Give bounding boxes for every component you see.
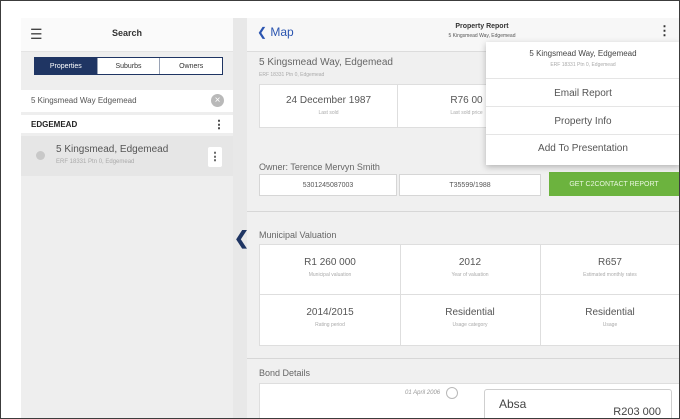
search-input-value: 5 Kingsmead Way Edgemead <box>31 96 137 105</box>
municipal-card: R1 260 000 Municipal valuation 2012 Year… <box>259 244 679 346</box>
bond-heading: Bond Details <box>259 368 311 378</box>
id-number: 5301245087003 <box>259 174 397 196</box>
menu-header-title: 5 Kingsmead Way, Edgemead <box>529 49 637 58</box>
sidebar-title: Search <box>111 28 143 38</box>
valuation-year-label: Year of valuation <box>451 272 489 278</box>
bond-amount: R203 000 <box>613 406 661 418</box>
property-erf: ERF 18331 Ptn 0, Edgemead <box>259 72 325 78</box>
back-label: Map <box>270 25 294 39</box>
section-divider <box>247 211 679 212</box>
area-heading: EDGEMEAD <box>31 120 78 129</box>
rates-cell: R657 Estimated monthly rates <box>540 257 679 278</box>
add-to-presentation-menu-item[interactable]: Add To Presentation <box>486 143 679 154</box>
email-report-menu-item[interactable]: Email Report <box>486 88 679 99</box>
report-menu-icon[interactable]: ⋮ <box>658 23 671 39</box>
menu-divider <box>486 134 679 135</box>
area-more-icon[interactable]: ⋮ <box>213 118 225 131</box>
menu-divider <box>486 78 679 79</box>
last-sold-cell: 24 December 1987 Last sold <box>260 95 397 116</box>
list-item[interactable]: 5 Kingsmead, Edgemead ERF 18331 Ptn 0, E… <box>21 136 233 176</box>
menu-header-subtitle: ERF 18331 Ptn 0, Edgemead <box>550 62 616 68</box>
valuation-year-cell: 2012 Year of valuation <box>400 257 540 278</box>
usage-label: Usage <box>602 322 618 328</box>
result-more-icon[interactable]: ⋮ <box>208 147 222 167</box>
valuation-year-value: 2012 <box>458 257 482 268</box>
result-subtitle: ERF 18331 Ptn 0, Edgemead <box>56 159 135 165</box>
property-info-menu-item[interactable]: Property Info <box>486 116 679 127</box>
usage-category-cell: Residential Usage category <box>400 307 540 328</box>
owner-label: Owner: Terence Mervyn Smith <box>259 162 380 172</box>
valuation-value: R1 260 000 <box>304 257 356 268</box>
bond-date: 01 April 2006 <box>405 390 441 396</box>
last-sold-value: 24 December 1987 <box>285 95 372 106</box>
usage-value: Residential <box>585 307 635 318</box>
bond-item[interactable]: Absa R203 000 <box>484 389 672 418</box>
rating-period-label: Rating period <box>315 322 345 328</box>
report-options-menu: 5 Kingsmead Way, Edgemead ERF 18331 Ptn … <box>486 42 679 165</box>
tab-suburbs[interactable]: Suburbs <box>98 58 161 74</box>
valuation-cell: R1 260 000 Municipal valuation <box>260 257 400 278</box>
search-sidebar: ☰ Search Properties Suburbs Owners 5 Kin… <box>21 18 233 418</box>
municipal-heading: Municipal Valuation <box>259 230 337 240</box>
clear-icon[interactable]: × <box>211 94 224 107</box>
tab-owners[interactable]: Owners <box>160 58 222 74</box>
usage-cell: Residential Usage <box>540 307 679 328</box>
last-sold-label: Last sold <box>318 110 339 116</box>
section-divider <box>247 358 679 359</box>
search-input[interactable]: 5 Kingsmead Way Edgemead × <box>21 90 233 112</box>
row-divider <box>260 294 679 295</box>
usage-category-value: Residential <box>445 307 495 318</box>
rating-period-value: 2014/2015 <box>306 307 354 318</box>
area-group-header: EDGEMEAD ⋮ <box>21 115 233 133</box>
app-window: ☰ Search Properties Suburbs Owners 5 Kin… <box>0 0 680 419</box>
page-title: Property Report <box>455 23 509 30</box>
back-to-map-link[interactable]: ❮ Map <box>257 25 294 39</box>
bond-radio[interactable] <box>446 387 458 399</box>
rates-value: R657 <box>598 257 622 268</box>
rates-label: Estimated monthly rates <box>583 272 637 278</box>
location-pin-icon <box>36 151 45 160</box>
result-title: 5 Kingsmead, Edgemead <box>56 144 169 155</box>
bond-bank: Absa <box>499 397 527 411</box>
search-type-tabs: Properties Suburbs Owners <box>34 57 223 75</box>
menu-divider <box>486 106 679 107</box>
deed-number: T35599/1988 <box>399 174 541 196</box>
property-address: 5 Kingsmead Way, Edgemead <box>259 57 393 68</box>
usage-category-label: Usage category <box>452 322 488 328</box>
panel-divider[interactable] <box>233 18 247 418</box>
contact-report-button[interactable]: GET C2CONTACT REPORT <box>549 172 679 196</box>
valuation-label: Municipal valuation <box>308 272 352 278</box>
page-subtitle: 5 Kingsmead Way, Edgemead <box>448 33 516 39</box>
sidebar-header: ☰ Search <box>21 18 233 52</box>
rating-period-cell: 2014/2015 Rating period <box>260 307 400 328</box>
tab-properties[interactable]: Properties <box>35 58 98 74</box>
